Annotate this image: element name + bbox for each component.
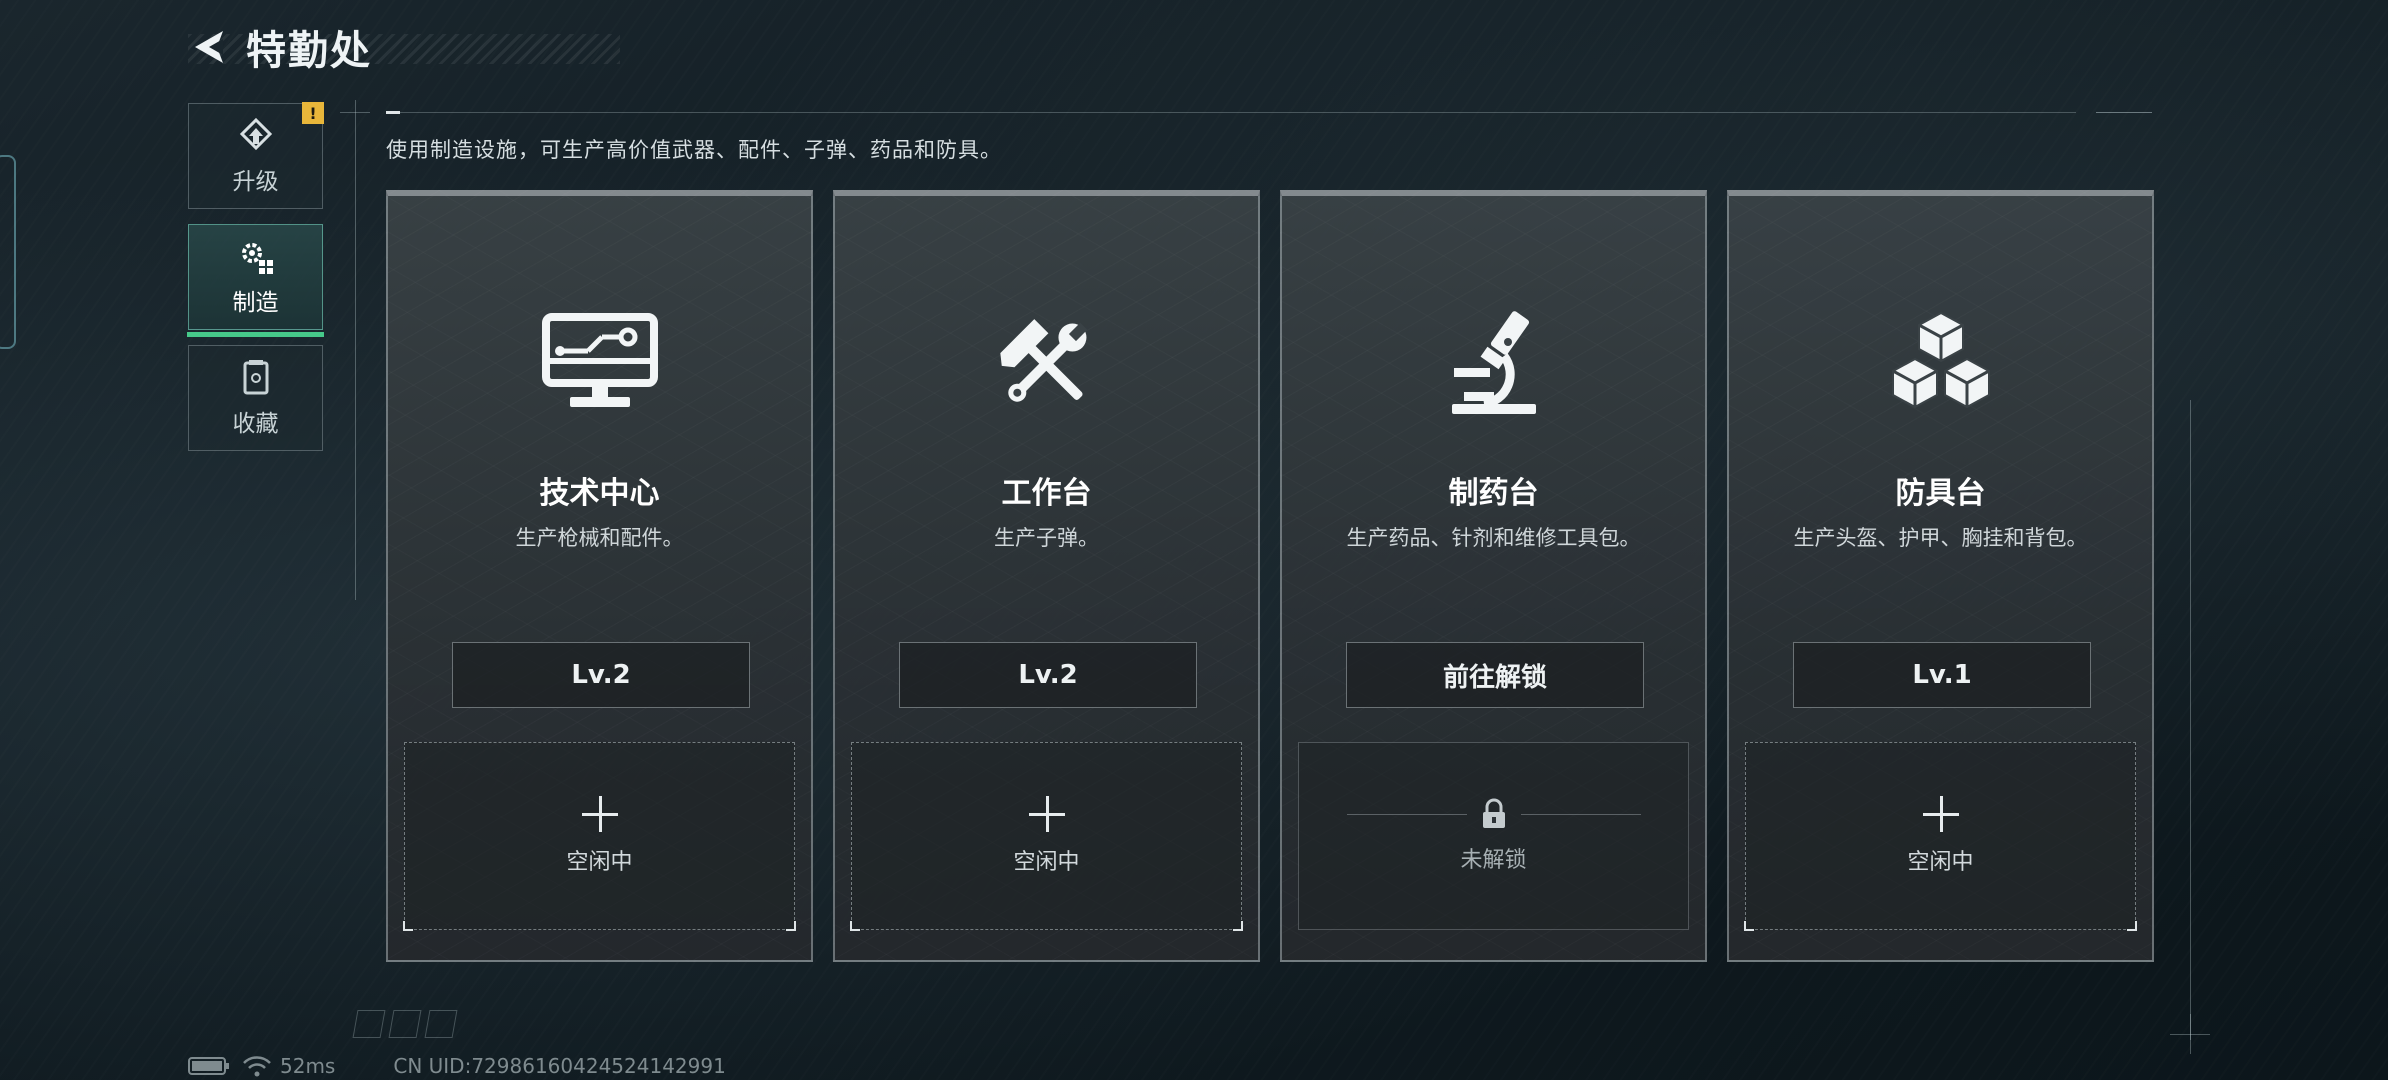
facility-cards: 技术中心 生产枪械和配件。 Lv.2 空闲中 工作台 生产子弹。 Lv.2 空闲…	[386, 190, 2154, 962]
back-arrow-icon	[195, 31, 223, 63]
plus-icon	[1028, 796, 1065, 832]
unlock-button[interactable]: 前往解锁	[1346, 642, 1644, 708]
plus-icon	[1922, 796, 1959, 832]
battery-icon	[188, 1057, 229, 1075]
hammer-wrench-icon	[999, 319, 1087, 402]
slot-status: 空闲中	[1907, 850, 1974, 875]
card-subtitle: 生产子弹。	[994, 526, 1099, 550]
guide-line	[386, 111, 400, 114]
page-title: 特勤处	[246, 28, 372, 74]
nav-label: 升级	[232, 169, 279, 195]
guide-line	[386, 112, 2076, 113]
computer-icon	[541, 313, 658, 407]
side-nav: ! 升级 制造 收藏	[187, 102, 325, 466]
level-button[interactable]: Lv.1	[1793, 642, 2091, 708]
facility-card-armor[interactable]: 防具台 生产头盔、护甲、胸挂和背包。 Lv.1 空闲中	[1727, 190, 2154, 962]
nav-item-craft[interactable]: 制造	[187, 224, 324, 337]
edge-tab[interactable]	[0, 155, 16, 349]
decoration-squares	[352, 1010, 458, 1038]
card-subtitle: 生产头盔、护甲、胸挂和背包。	[1793, 526, 2088, 550]
guide-line	[340, 112, 370, 113]
plus-icon	[581, 796, 618, 832]
production-slot-locked: 未解锁	[1298, 742, 1689, 930]
production-slot[interactable]: 空闲中	[850, 742, 1243, 931]
nav-item-upgrade[interactable]: ! 升级	[188, 102, 324, 209]
alert-badge: !	[302, 102, 324, 124]
card-title: 制药台	[1448, 476, 1539, 511]
back-button[interactable]	[188, 24, 234, 70]
facility-card-pharmacy[interactable]: 制药台 生产药品、针剂和维修工具包。 前往解锁 未解锁	[1280, 190, 1707, 962]
card-title: 防具台	[1895, 476, 1986, 511]
slot-status: 未解锁	[1460, 848, 1527, 873]
level-button[interactable]: Lv.2	[899, 642, 1197, 708]
cubes-icon	[1891, 311, 1990, 409]
collection-icon	[243, 360, 268, 395]
production-slot[interactable]: 空闲中	[1744, 742, 2137, 931]
microscope-icon	[1451, 311, 1536, 414]
guide-line	[355, 100, 356, 600]
nav-label: 制造	[232, 290, 279, 316]
gears-icon	[241, 243, 273, 274]
guide-line	[2190, 400, 2191, 1040]
status-bar: 52ms CN UID:72986160424524142991	[188, 1054, 726, 1078]
nav-label: 收藏	[232, 411, 279, 437]
slot-status: 空闲中	[1013, 850, 1080, 875]
upgrade-icon	[239, 117, 272, 151]
ping-text: 52ms	[280, 1054, 336, 1078]
guide-line	[2096, 112, 2152, 113]
guide-line	[2190, 1014, 2191, 1054]
card-title: 工作台	[1001, 476, 1092, 511]
wifi-icon	[243, 1056, 271, 1077]
nav-item-collection[interactable]: 收藏	[188, 345, 323, 451]
page-description: 使用制造设施，可生产高价值武器、配件、子弹、药品和防具。	[386, 138, 1002, 162]
production-slot[interactable]: 空闲中	[403, 742, 796, 931]
slot-status: 空闲中	[566, 850, 633, 875]
card-title: 技术中心	[539, 476, 660, 511]
facility-card-workbench[interactable]: 工作台 生产子弹。 Lv.2 空闲中	[833, 190, 1260, 962]
card-subtitle: 生产药品、针剂和维修工具包。	[1346, 526, 1641, 550]
level-button[interactable]: Lv.2	[452, 642, 750, 708]
card-subtitle: 生产枪械和配件。	[515, 526, 684, 550]
header: 特勤处	[188, 22, 372, 74]
screen: 特勤处 ! 升级 制造 收藏 使用制造设施，可生产高价值武器、配件、子弹、药品和…	[0, 0, 2388, 1080]
lock-icon	[1482, 798, 1505, 828]
uid-text: CN UID:72986160424524142991	[393, 1054, 726, 1078]
facility-card-tech-center[interactable]: 技术中心 生产枪械和配件。 Lv.2 空闲中	[386, 190, 813, 962]
